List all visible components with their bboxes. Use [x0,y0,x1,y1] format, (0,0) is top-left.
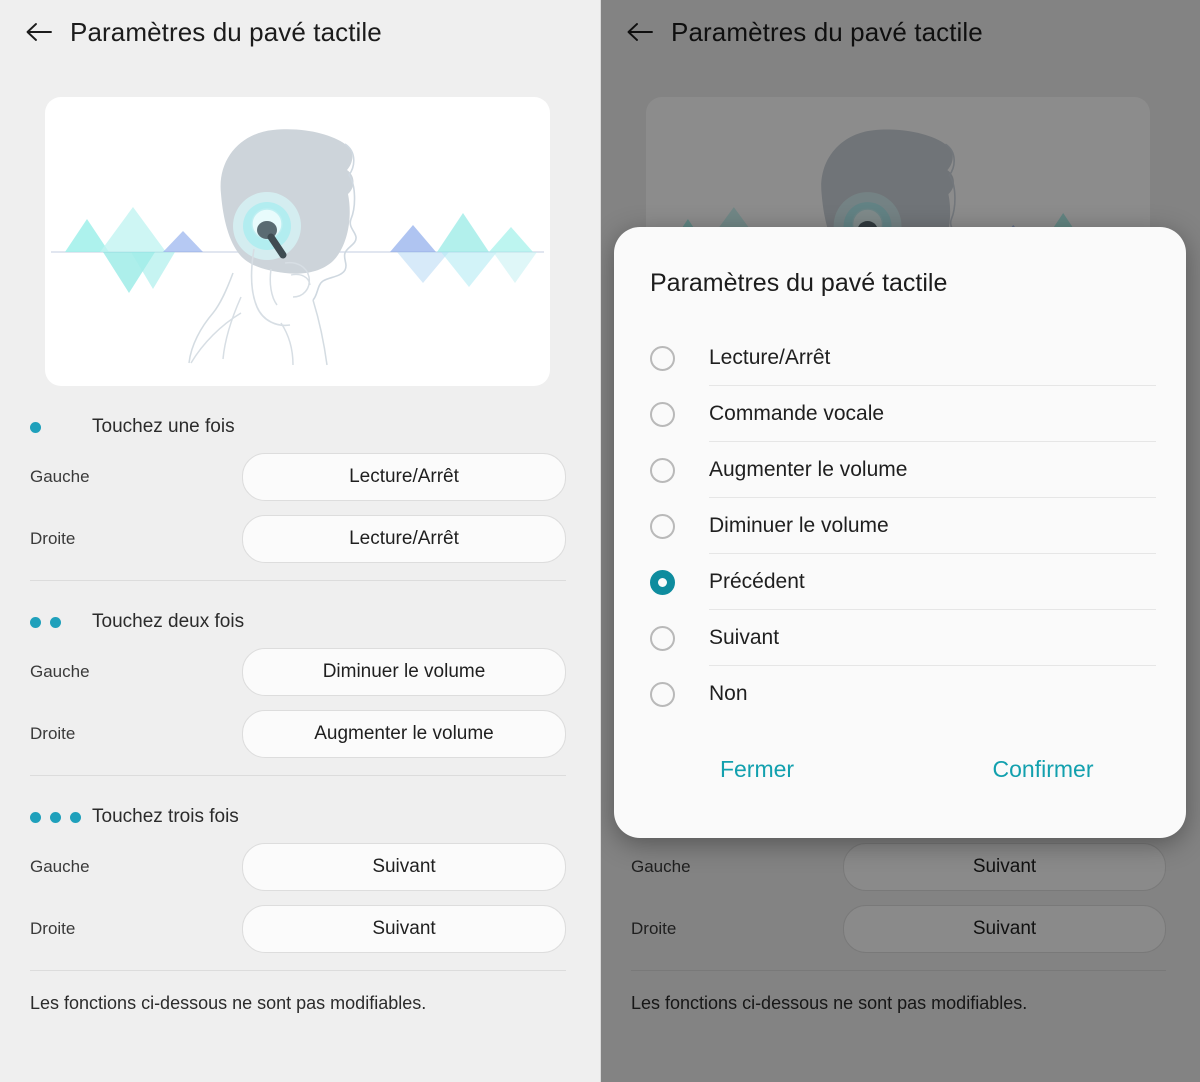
tap-dot-icon [50,616,61,628]
section-divider [30,970,566,971]
app-bar: Paramètres du pavé tactile [0,0,600,64]
tap-dot-icon [50,811,61,823]
radio-option-label: Lecture/Arrêt [709,346,831,369]
tap-count-dots-1 [30,421,92,433]
section-title: Touchez une fois [92,416,235,437]
setting-row-left: Gauche Suivant [30,840,566,894]
section-divider [30,580,566,581]
radio-option-label: Précédent [709,570,805,593]
section-divider [30,775,566,776]
tap-dot-icon [30,421,41,433]
radio-option-list: Lecture/Arrêt Commande vocale Augmenter … [614,330,1186,722]
radio-option-label: Suivant [709,626,780,649]
setting-row-right: Droite Augmenter le volume [30,707,566,761]
screen-settings-base: Paramètres du pavé tactile Touchez une f… [0,0,600,1082]
row-label: Droite [30,724,76,743]
person-tapping-earbud-illustration [51,129,544,366]
action-select-button[interactable]: Lecture/Arrêt [242,453,566,501]
non-editable-note: Les fonctions ci-dessous ne sont pas mod… [30,993,427,1013]
row-label: Gauche [30,662,90,681]
gesture-section-two-tap: Touchez deux fois Gauche Diminuer le vol… [0,599,600,776]
row-label: Gauche [30,857,90,876]
action-select-button[interactable]: Diminuer le volume [242,648,566,696]
gesture-section-one-tap: Touchez une fois Gauche Lecture/Arrêt Dr… [0,404,600,581]
row-label: Droite [30,529,76,548]
section-header: Touchez trois fois [30,794,566,840]
radio-option-diminuer-volume[interactable]: Diminuer le volume [650,498,1156,554]
tap-dot-icon [30,811,41,823]
setting-row-left: Gauche Lecture/Arrêt [30,450,566,504]
radio-option-commande-vocale[interactable]: Commande vocale [650,386,1156,442]
radio-button-icon[interactable] [650,457,675,483]
tap-dot-icon [70,811,81,823]
setting-row-right: Droite Lecture/Arrêt [30,512,566,566]
tap-dot-icon [30,616,41,628]
radio-button-icon[interactable] [650,513,675,539]
radio-option-label: Non [709,682,748,705]
arrow-left-icon[interactable] [22,15,56,49]
screen-settings-with-dialog: Paramètres du pavé tactile Gauche Suivan… [600,0,1200,1082]
row-label: Droite [30,919,76,938]
radio-button-icon[interactable] [650,401,675,427]
radio-button-icon[interactable] [650,345,675,371]
radio-option-precedent[interactable]: Précédent [650,554,1156,610]
illustration-card [45,97,550,386]
gesture-section-three-tap: Touchez trois fois Gauche Suivant Droite… [0,794,600,971]
radio-option-label: Commande vocale [709,402,885,425]
setting-row-right: Droite Suivant [30,902,566,956]
dialog-title: Paramètres du pavé tactile [650,269,948,297]
row-label: Gauche [30,467,90,486]
close-button[interactable]: Fermer [614,748,900,791]
radio-option-augmenter-volume[interactable]: Augmenter le volume [650,442,1156,498]
radio-button-icon[interactable] [650,681,675,707]
action-select-button[interactable]: Suivant [242,905,566,953]
radio-option-label: Augmenter le volume [709,458,908,481]
setting-row-left: Gauche Diminuer le volume [30,645,566,699]
confirm-button[interactable]: Confirmer [900,748,1186,791]
action-select-button[interactable]: Suivant [242,843,566,891]
section-title: Touchez trois fois [92,806,239,827]
tap-count-dots-3 [30,811,92,823]
tap-count-dots-2 [30,616,92,628]
page-title: Paramètres du pavé tactile [70,16,382,47]
dual-screenshot-comparison: Paramètres du pavé tactile Touchez une f… [0,0,1200,1082]
touchpad-action-dialog: Paramètres du pavé tactile Lecture/Arrêt… [614,227,1186,838]
radio-option-suivant[interactable]: Suivant [650,610,1156,666]
action-select-button[interactable]: Lecture/Arrêt [242,515,566,563]
action-select-button[interactable]: Augmenter le volume [242,710,566,758]
section-header: Touchez une fois [30,404,566,450]
radio-option-lecture-arret[interactable]: Lecture/Arrêt [650,330,1156,386]
radio-button-selected-icon[interactable] [650,569,675,595]
section-header: Touchez deux fois [30,599,566,645]
radio-button-icon[interactable] [650,625,675,651]
radio-option-non[interactable]: Non [650,666,1156,722]
section-title: Touchez deux fois [92,611,245,632]
dialog-actions: Fermer Confirmer [614,748,1186,791]
radio-option-label: Diminuer le volume [709,514,889,537]
